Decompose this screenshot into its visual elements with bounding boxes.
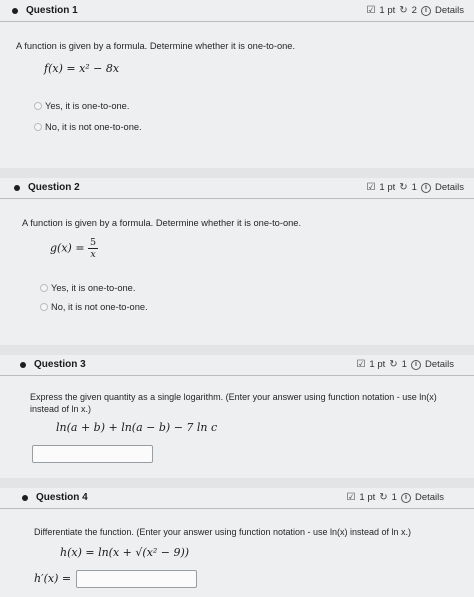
edit-check-icon: ☑ xyxy=(356,358,366,370)
fraction-numerator: 5 xyxy=(88,237,99,249)
option-label: No, it is not one-to-one. xyxy=(51,302,148,312)
question-2-body: A function is given by a formula. Determ… xyxy=(0,199,474,339)
attempts-count: 1 xyxy=(411,182,417,193)
details-link[interactable]: Details xyxy=(415,492,444,503)
question-status-dot xyxy=(20,361,26,368)
attempts-count: 1 xyxy=(391,492,397,503)
question-status-dot xyxy=(14,184,20,191)
edit-check-icon: ☑ xyxy=(366,181,376,193)
radio-button[interactable] xyxy=(34,102,42,110)
fraction-denominator: x xyxy=(90,249,96,260)
info-icon[interactable]: i xyxy=(420,5,431,16)
question-status-dot xyxy=(12,7,18,14)
question-title: Question 3 xyxy=(34,359,86,370)
attempts-count: 1 xyxy=(401,359,407,370)
attempts-count: 2 xyxy=(411,5,417,16)
question-meta: ☑ 1 pt ↻ 1 i Details xyxy=(366,182,464,193)
question-meta: ☑ 1 pt ↻ 2 i Details xyxy=(366,5,464,16)
radio-button[interactable] xyxy=(34,123,42,131)
points-label: 1 pt xyxy=(359,492,376,503)
question-1-header: Question 1 ☑ 1 pt ↻ 2 i Details xyxy=(0,0,474,22)
function-formula: ln(a + b) + ln(a − b) − 7 ln c xyxy=(56,421,218,434)
formula-fraction: 5 x xyxy=(88,237,99,260)
question-prompt: A function is given by a formula. Determ… xyxy=(16,41,296,51)
question-title: Question 2 xyxy=(28,182,80,193)
question-meta: ☑ 1 pt ↻ 1 i Details xyxy=(346,492,444,503)
question-status-dot xyxy=(22,494,28,501)
answer-input[interactable] xyxy=(76,570,197,588)
function-formula: g(x) = 5 x xyxy=(50,237,99,260)
info-icon[interactable]: i xyxy=(410,359,421,370)
question-prompt: Express the given quantity as a single l… xyxy=(30,392,437,414)
details-link[interactable]: Details xyxy=(435,182,464,193)
edit-check-icon: ☑ xyxy=(366,4,376,16)
retry-icon: ↻ xyxy=(389,358,398,370)
info-icon[interactable]: i xyxy=(400,492,411,503)
question-3-body: Express the given quantity as a single l… xyxy=(0,376,474,486)
option-no[interactable]: No, it is not one-to-one. xyxy=(34,122,142,132)
option-label: Yes, it is one-to-one. xyxy=(51,283,136,293)
function-formula: h(x) = ln(x + √(x² − 9)) xyxy=(60,546,190,559)
question-3-header: Question 3 ☑ 1 pt ↻ 1 i Details xyxy=(0,354,474,376)
question-prompt: A function is given by a formula. Determ… xyxy=(22,218,302,228)
details-link[interactable]: Details xyxy=(425,359,454,370)
option-yes[interactable]: Yes, it is one-to-one. xyxy=(34,101,129,111)
homework-page: Question 1 ☑ 1 pt ↻ 2 i Details A functi… xyxy=(0,0,474,597)
retry-icon: ↻ xyxy=(399,4,408,16)
formula-lhs: g(x) = xyxy=(50,241,85,255)
question-meta: ☑ 1 pt ↻ 1 i Details xyxy=(356,359,454,370)
question-4-header: Question 4 ☑ 1 pt ↻ 1 i Details xyxy=(0,487,474,509)
points-label: 1 pt xyxy=(379,182,396,193)
question-4-body: Differentiate the function. (Enter your … xyxy=(0,509,474,597)
answer-input[interactable] xyxy=(32,445,153,463)
question-1-body: A function is given by a formula. Determ… xyxy=(0,22,474,172)
points-label: 1 pt xyxy=(379,5,396,16)
details-link[interactable]: Details xyxy=(435,5,464,16)
question-title: Question 4 xyxy=(36,492,88,503)
points-label: 1 pt xyxy=(369,359,386,370)
edit-check-icon: ☑ xyxy=(346,491,356,503)
option-label: Yes, it is one-to-one. xyxy=(45,101,130,111)
option-label: No, it is not one-to-one. xyxy=(45,122,142,132)
radio-button[interactable] xyxy=(40,284,48,292)
option-no[interactable]: No, it is not one-to-one. xyxy=(40,302,148,312)
question-title: Question 1 xyxy=(26,5,78,16)
radio-button[interactable] xyxy=(40,303,48,311)
question-2-header: Question 2 ☑ 1 pt ↻ 1 i Details xyxy=(0,177,474,199)
option-yes[interactable]: Yes, it is one-to-one. xyxy=(40,283,135,293)
function-formula: f(x) = x² − 8x xyxy=(44,62,120,75)
answer-label: h′(x) = xyxy=(34,572,72,585)
retry-icon: ↻ xyxy=(399,181,408,193)
info-icon[interactable]: i xyxy=(420,182,431,193)
retry-icon: ↻ xyxy=(379,491,388,503)
question-prompt: Differentiate the function. (Enter your … xyxy=(34,527,412,537)
